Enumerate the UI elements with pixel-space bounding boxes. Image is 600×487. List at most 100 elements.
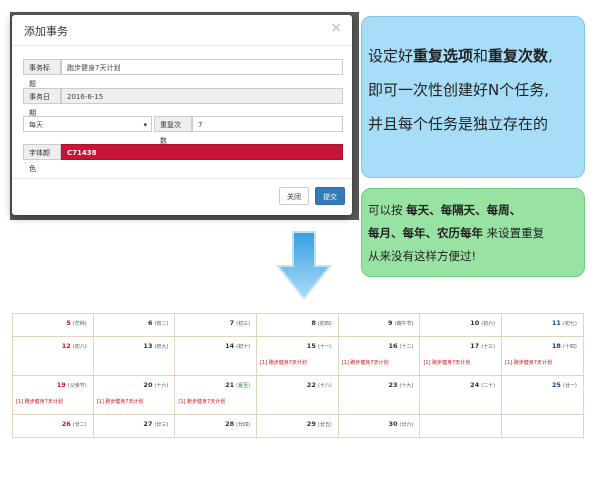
lunar-date: (廿二): [72, 422, 87, 428]
day-number: 24 (二十): [470, 381, 496, 389]
day-number: 8 (初四): [311, 319, 332, 327]
day-number: 19 (父亲节): [56, 381, 87, 389]
lunar-date: (初七): [562, 321, 577, 327]
calendar-day-cell[interactable]: 10 (初六): [420, 314, 503, 336]
calendar-event[interactable]: [1] 跑步健身7天计划: [342, 359, 389, 366]
calendar-day-cell[interactable]: 7 (初三): [175, 314, 258, 336]
lunar-date: (二十): [481, 383, 496, 389]
lunar-date: (十四): [562, 344, 577, 350]
day-number: 25 (廿一): [551, 381, 577, 389]
lunar-date: (廿六): [399, 422, 414, 428]
chevron-down-icon: ▾: [143, 121, 147, 129]
calendar-day-cell[interactable]: 11 (初七): [502, 314, 584, 336]
down-arrow-icon: [276, 231, 332, 300]
calendar-event[interactable]: [1] 跑步健身7天计划: [423, 359, 470, 366]
day-number: 7 (初三): [229, 319, 251, 327]
day-number: 14 (初十): [225, 342, 251, 350]
callout-repeat-info: 设定好重复选项和重复次数, 即可一次性创建好N个任务, 并且每个任务是独立存在的: [361, 16, 585, 178]
color-row: 字体颜色 C71438: [23, 144, 343, 173]
calendar-day-cell[interactable]: 26 (廿二): [12, 415, 94, 437]
calendar-day-cell[interactable]: 28 (廿四): [175, 415, 258, 437]
calendar-day-cell[interactable]: 16 (十二) [1] 跑步健身7天计划: [339, 337, 421, 375]
lunar-date: (初九): [154, 344, 169, 350]
day-number: 12 (初八): [61, 342, 87, 350]
calendar-week-row: 12 (初八) 13 (初九) 14 (初十) 15 (十一) [1] 跑步健身7天计划 16 (十…: [12, 337, 584, 376]
calendar-day-cell[interactable]: 13 (初九): [94, 337, 176, 375]
day-number: 6 (初二): [147, 319, 169, 327]
dialog-header: 添加事务 ×: [12, 15, 352, 46]
calendar-day-cell[interactable]: 6 (初二): [94, 314, 176, 336]
submit-button[interactable]: 提交: [315, 187, 345, 205]
close-button[interactable]: 关闭: [279, 187, 309, 205]
calendar-day-cell[interactable]: 15 (十一) [1] 跑步健身7天计划: [257, 337, 339, 375]
lunar-date: (十一): [317, 344, 332, 350]
calendar-day-cell[interactable]: 14 (初十): [175, 337, 258, 375]
repeat-select[interactable]: 每天 ▾: [23, 116, 152, 132]
day-number: 22 (十八): [306, 381, 332, 389]
date-input[interactable]: 2016-6-15: [61, 88, 343, 104]
calendar-day-cell[interactable]: 27 (廿三): [94, 415, 176, 437]
day-number: 10 (初六): [470, 319, 496, 327]
calendar-day-cell[interactable]: 24 (二十): [420, 376, 503, 414]
lunar-date: (廿四): [236, 422, 251, 428]
calendar-day-cell[interactable]: 17 (十三) [1] 跑步健身7天计划: [420, 337, 503, 375]
calendar-week-row: 26 (廿二) 27 (廿三) 28 (廿四) 29 (廿五) 30 (廿六): [12, 415, 584, 438]
color-input[interactable]: C71438: [61, 144, 343, 160]
lunar-date: (初八): [72, 344, 87, 350]
lunar-date: (父亲节): [67, 383, 87, 389]
title-input[interactable]: 跑步健身7天计划: [61, 59, 343, 75]
lunar-date: (芒种): [72, 321, 87, 327]
calendar-event[interactable]: [1] 跑步健身7天计划: [178, 398, 225, 405]
calendar-day-cell[interactable]: 21 (夏至) [1] 跑步健身7天计划: [175, 376, 258, 414]
calendar-day-cell[interactable]: 25 (廿一): [502, 376, 584, 414]
day-number: 20 (十六): [143, 381, 169, 389]
day-number: 26 (廿二): [61, 420, 87, 428]
callout-repeat-modes: 可以按 每天、每隔天、每周、 每月、每年、农历每年 来设置重复 从来没有这样方便…: [361, 188, 585, 277]
title-row: 事务标题 跑步健身7天计划: [23, 59, 343, 88]
calendar-day-cell[interactable]: [502, 415, 584, 437]
day-number: 29 (廿五): [306, 420, 332, 428]
callout-blue-line3: 并且每个任务是独立存在的: [368, 115, 549, 133]
day-number: 30 (廿六): [388, 420, 414, 428]
callout-green-line3: 从来没有这样方便过!: [368, 249, 477, 263]
calendar-day-cell[interactable]: 30 (廿六): [339, 415, 421, 437]
close-icon[interactable]: ×: [330, 20, 342, 36]
day-number: 27 (廿三): [143, 420, 169, 428]
repeat-count-input[interactable]: 7: [192, 116, 343, 132]
callout-blue-text: 设定好重复选项和重复次数, 即可一次性创建好N个任务, 并且每个任务是独立存在的: [368, 39, 580, 141]
lunar-date: (初三): [236, 321, 251, 327]
calendar-event[interactable]: [1] 跑步健身7天计划: [97, 398, 144, 405]
calendar-day-cell[interactable]: 8 (初四): [257, 314, 339, 336]
lunar-date: (初十): [236, 344, 251, 350]
calendar-day-cell[interactable]: 9 (端午节): [339, 314, 421, 336]
calendar-day-cell[interactable]: 22 (十八): [257, 376, 339, 414]
day-number: 11 (初七): [551, 319, 577, 327]
repeat-count-label: 重复次数: [154, 116, 192, 145]
calendar-day-cell[interactable]: 18 (十四) [1] 跑步健身7天计划: [502, 337, 584, 375]
calendar-day-cell[interactable]: 20 (十六) [1] 跑步健身7天计划: [94, 376, 176, 414]
color-label: 字体颜色: [23, 144, 61, 173]
day-number: 17 (十三): [470, 342, 496, 350]
text-fragment: 来设置重复: [483, 226, 545, 240]
calendar-day-cell[interactable]: 29 (廿五): [257, 415, 339, 437]
day-number: 23 (十九): [388, 381, 414, 389]
calendar-event[interactable]: [1] 跑步健身7天计划: [505, 359, 552, 366]
lunar-date: (夏至): [236, 383, 251, 389]
repeat-select-value: 每天: [29, 121, 43, 129]
day-number: 15 (十一): [306, 342, 332, 350]
calendar-day-cell[interactable]: 12 (初八): [12, 337, 94, 375]
calendar-day-cell[interactable]: [420, 415, 503, 437]
calendar-event[interactable]: [1] 跑步健身7天计划: [260, 359, 307, 366]
lunar-date: (初二): [154, 321, 169, 327]
calendar-day-cell[interactable]: 23 (十九): [339, 376, 421, 414]
date-label: 事务日期: [23, 88, 61, 117]
calendar-day-cell[interactable]: 5 (芒种): [12, 314, 94, 336]
callout-green-line1: 可以按 每天、每隔天、每周、: [368, 199, 580, 222]
text-fragment: 和: [473, 47, 489, 65]
callout-green-line2: 每月、每年、农历每年 来设置重复: [368, 222, 580, 245]
calendar-event[interactable]: [1] 跑步健身7天计划: [16, 398, 63, 405]
callout-green-text: 可以按 每天、每隔天、每周、 每月、每年、农历每年 来设置重复 从来没有这样方便…: [368, 199, 580, 268]
lunar-date: (端午节): [394, 321, 414, 327]
calendar-day-cell[interactable]: 19 (父亲节) [1] 跑步健身7天计划: [12, 376, 94, 414]
text-bold-fragment: 每月、每年、农历每年: [368, 226, 483, 240]
